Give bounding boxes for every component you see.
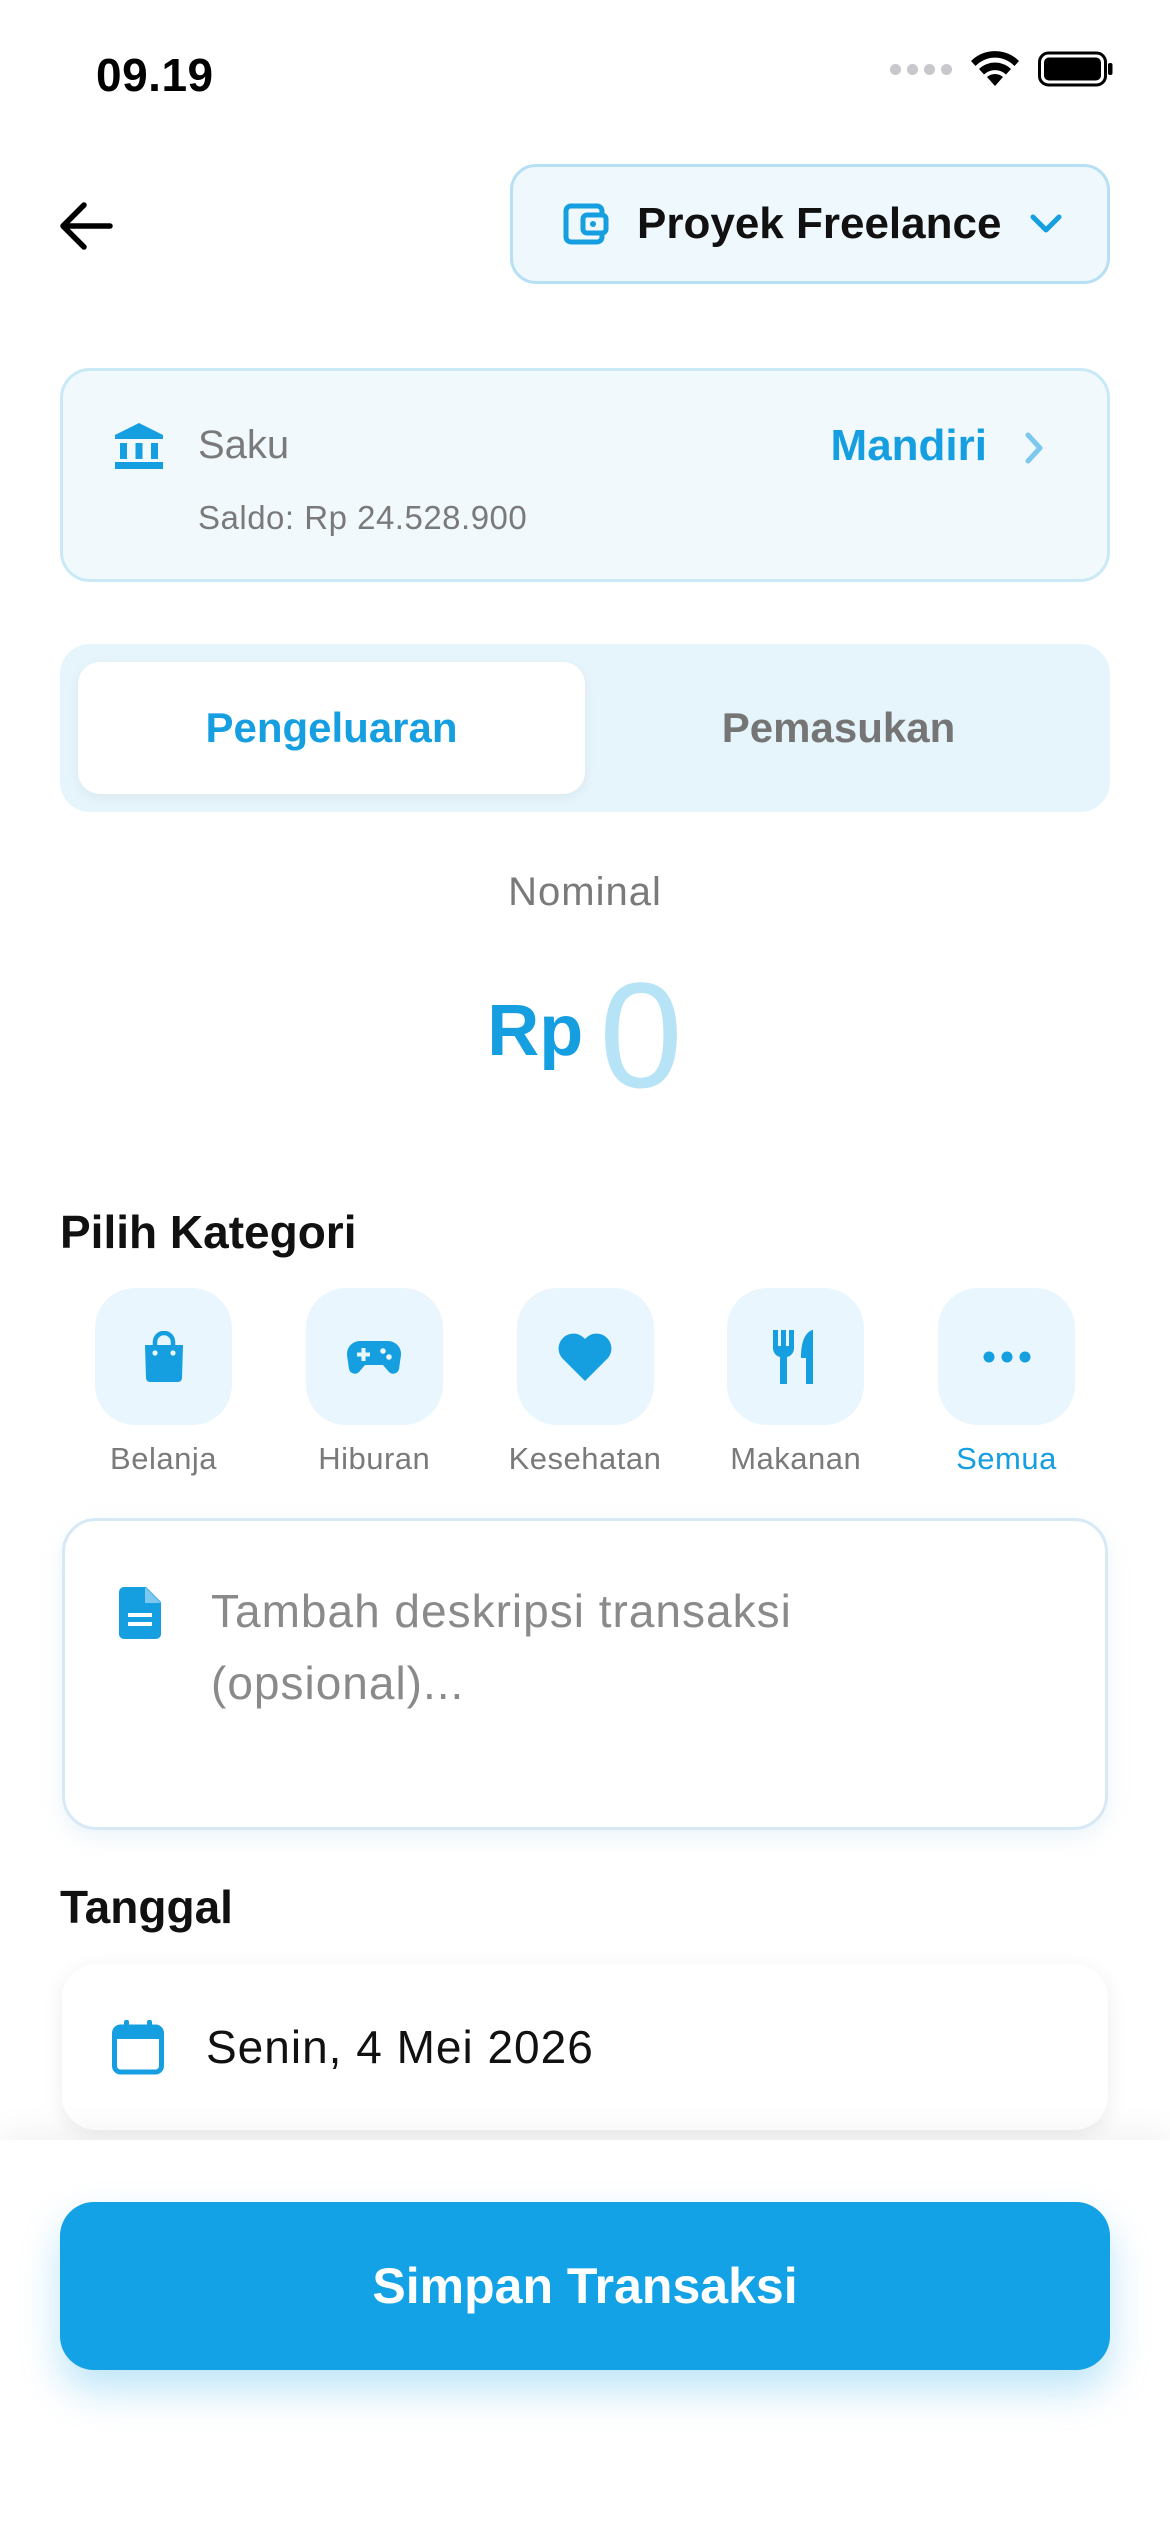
wallet-icon (563, 203, 609, 245)
status-icons (890, 50, 1114, 88)
category-makanan[interactable]: Makanan (718, 1288, 873, 1477)
category-icon-container (95, 1288, 232, 1425)
chevron-down-icon (1030, 214, 1062, 233)
transaction-type-tabs: Pengeluaran Pemasukan (60, 644, 1110, 812)
category-hiburan[interactable]: Hiburan (297, 1288, 452, 1477)
heart-icon (558, 1333, 612, 1381)
document-icon (119, 1587, 161, 1639)
wallet-selector[interactable]: Proyek Freelance (510, 164, 1110, 284)
category-icon-container (516, 1288, 654, 1425)
chevron-right-icon (1025, 432, 1043, 464)
bottom-action-bar: Simpan Transaksi (0, 2140, 1170, 2532)
saku-label: Saku (198, 423, 290, 467)
more-icon (983, 1351, 1030, 1362)
utensils-icon (772, 1329, 813, 1384)
cellular-signal-icon (890, 63, 952, 75)
header: Proyek Freelance (0, 160, 1170, 290)
saku-account-card[interactable]: Saku Mandiri Saldo: Rp 24.528.900 (60, 368, 1110, 582)
nominal-input[interactable]: Rp 0 (0, 960, 1170, 1120)
date-picker[interactable]: Senin, 4 Mei 2026 (62, 1964, 1108, 2130)
gamepad-icon (347, 1340, 402, 1374)
category-label: Kesehatan (508, 1441, 662, 1476)
date-section-title: Tanggal (60, 1881, 233, 1933)
category-label: Semua (956, 1441, 1057, 1476)
category-semua[interactable]: Semua (929, 1288, 1084, 1477)
date-value: Senin, 4 Mei 2026 (206, 2021, 594, 2073)
tab-pemasukan[interactable]: Pemasukan (585, 662, 1092, 794)
category-icon-container (727, 1288, 865, 1425)
description-input[interactable]: Tambah deskripsi transaksi (opsional)... (62, 1518, 1108, 1830)
category-belanja[interactable]: Belanja (86, 1288, 241, 1477)
shopping-bag-icon (144, 1330, 183, 1382)
wifi-icon (971, 51, 1019, 86)
battery-icon (1038, 51, 1113, 87)
arrow-left-icon (60, 202, 113, 250)
bank-icon (115, 423, 163, 469)
category-label: Makanan (730, 1441, 862, 1476)
saku-bank-name: Mandiri (830, 421, 987, 470)
save-transaction-button[interactable]: Simpan Transaksi (60, 2202, 1110, 2370)
category-label: Hiburan (318, 1441, 431, 1476)
back-button[interactable] (50, 190, 122, 262)
category-list: Belanja Hiburan Kesehatan Makanan Semua (86, 1288, 1084, 1477)
nominal-currency: Rp (487, 991, 584, 1071)
status-bar: 09.19 (0, 0, 1170, 150)
calendar-icon (112, 2020, 164, 2075)
tab-pengeluaran[interactable]: Pengeluaran (78, 662, 585, 794)
category-icon-container (305, 1288, 443, 1425)
category-kesehatan[interactable]: Kesehatan (508, 1288, 663, 1477)
saku-balance: Saldo: Rp 24.528.900 (198, 499, 528, 536)
nominal-label: Nominal (508, 870, 662, 914)
description-placeholder: Tambah deskripsi transaksi (opsional)... (211, 1585, 792, 1709)
wallet-name: Proyek Freelance (637, 199, 1002, 248)
category-section-title: Pilih Kategori (60, 1206, 357, 1258)
category-icon-container (938, 1288, 1075, 1425)
nominal-value: 0 (599, 951, 683, 1119)
category-label: Belanja (110, 1441, 217, 1476)
status-time: 09.19 (96, 49, 214, 101)
